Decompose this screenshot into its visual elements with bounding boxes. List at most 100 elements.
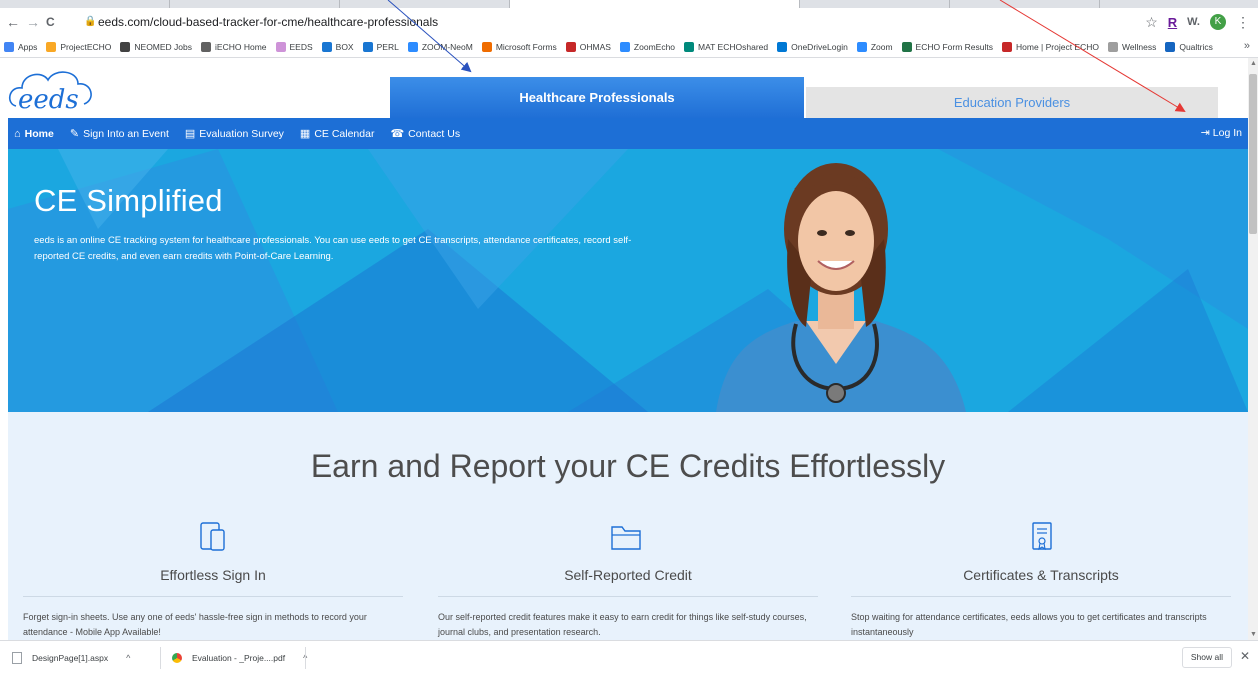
nav-sign-into-event[interactable]: ✎ Sign Into an Event [70, 127, 169, 141]
apps-grid-icon [4, 41, 14, 52]
bookmark-item[interactable]: ZoomEcho [619, 41, 676, 52]
feature-title: Self-Reported Credit [564, 567, 692, 583]
url-field[interactable]: 🔒 eeds.com/cloud-based-tracker-for-cme/h… [80, 12, 1130, 32]
bookmark-label: PERL [376, 41, 399, 52]
extension-w-icon[interactable]: W. [1187, 16, 1200, 28]
lock-icon: 🔒 [84, 16, 97, 27]
extension-r-icon[interactable]: R [1168, 15, 1177, 30]
bookmark-item[interactable]: MAT ECHOshared [684, 41, 769, 52]
reload-button[interactable]: C [46, 14, 55, 30]
nav-ce-calendar[interactable]: ▦ CE Calendar [299, 127, 375, 141]
bookmark-label: OHMAS [579, 41, 611, 52]
bookmark-item[interactable]: NEOMED Jobs [120, 41, 193, 52]
show-all-button[interactable]: Show all [1181, 647, 1232, 668]
feature-divider [851, 596, 1231, 597]
nav-contact-us[interactable]: ☎ Contact Us [390, 127, 461, 141]
feature-description: Stop waiting for attendance certificates… [851, 612, 1207, 637]
browser-tab-strip [0, 0, 1258, 8]
feature-title: Effortless Sign In [160, 567, 266, 583]
folder-icon [611, 526, 641, 550]
bookmarks-more-icon[interactable]: » [1244, 40, 1250, 52]
back-button[interactable]: ← [6, 14, 20, 30]
download-item[interactable]: DesignPage[1].aspx ^ [12, 648, 130, 668]
bookmark-label: BOX [335, 41, 354, 52]
nav-home[interactable]: ⌂ Home [14, 128, 54, 140]
bookmark-item[interactable]: Zoom [856, 41, 893, 52]
tab-healthcare-professionals[interactable]: Healthcare Professionals [390, 77, 804, 118]
bookmark-label: NEOMED Jobs [134, 41, 193, 52]
browser-tab[interactable] [800, 0, 950, 8]
bookmark-item[interactable]: OneDriveLogin [777, 41, 848, 52]
bookmark-label: ZoomEcho [633, 41, 676, 52]
zoom-icon [619, 41, 630, 52]
bookmark-item[interactable]: Microsoft Forms [481, 41, 557, 52]
scrollbar-thumb[interactable] [1249, 74, 1257, 234]
browser-tab[interactable] [170, 0, 340, 8]
download-separator [160, 647, 161, 669]
wellness-icon [1108, 41, 1118, 52]
bookmark-item[interactable]: Apps [4, 41, 37, 52]
hero-description: eeds is an online CE tracking system for… [34, 235, 632, 262]
feature-divider [23, 596, 403, 597]
bookmark-item[interactable]: ProjectECHO [46, 41, 111, 52]
nav-evaluation-survey[interactable]: ▤ Evaluation Survey [184, 127, 284, 141]
feature-title: Certificates & Transcripts [963, 567, 1119, 583]
downloads-bar: DesignPage[1].aspx ^ Evaluation - _Proje… [0, 640, 1258, 673]
scroll-up-icon[interactable]: ▲ [1250, 60, 1257, 67]
svg-text:eeds: eeds [18, 85, 79, 115]
forward-button[interactable]: → [26, 14, 40, 30]
chevron-up-icon[interactable]: ^ [126, 653, 130, 663]
excel-icon [901, 41, 912, 52]
site-navbar: ⌂ Home ✎ Sign Into an Event ▤ Evaluation… [8, 118, 1248, 149]
eeds-logo[interactable]: eeds [8, 64, 98, 116]
bookmark-label: Home | Project ECHO [1016, 41, 1099, 52]
browser-tab-active[interactable] [510, 0, 800, 8]
file-icon [12, 652, 22, 664]
bookmark-item[interactable]: Wellness [1108, 41, 1156, 52]
bookmark-item[interactable]: iECHO Home [201, 41, 267, 52]
browser-tab[interactable] [950, 0, 1100, 8]
download-item[interactable]: Evaluation - _Proje....pdf ^ [172, 648, 307, 668]
tab-education-providers[interactable]: Education Providers [806, 87, 1218, 118]
url-text: eeds.com/cloud-based-tracker-for-cme/hea… [98, 15, 439, 29]
page-scrollbar[interactable]: ▲ ▼ [1248, 58, 1258, 640]
browser-tab[interactable] [340, 0, 510, 8]
bookmark-item[interactable]: OHMAS [565, 41, 611, 52]
bookmark-label: Microsoft Forms [495, 41, 557, 52]
zoom-icon [856, 41, 867, 52]
echo-icon [46, 41, 57, 52]
scroll-down-icon[interactable]: ▼ [1250, 631, 1257, 638]
profile-avatar[interactable]: K [1210, 14, 1226, 30]
features-section: Earn and Report your CE Credits Effortle… [8, 412, 1248, 640]
bookmark-item[interactable]: Home | Project ECHO [1002, 41, 1099, 52]
calendar-icon: ▦ [299, 128, 311, 140]
neomed-icon [120, 41, 131, 52]
nav-evaluation-survey-label: Evaluation Survey [199, 127, 284, 140]
bookmark-item[interactable]: PERL [362, 41, 399, 52]
download-filename: Evaluation - _Proje....pdf [192, 653, 286, 663]
browser-tab[interactable] [0, 0, 170, 8]
ms-icon [481, 41, 492, 52]
bookmark-label: MAT ECHOshared [698, 41, 769, 52]
bookmark-item[interactable]: ZOOM-NeoM [407, 41, 473, 52]
bookmark-label: iECHO Home [215, 41, 267, 52]
bookmark-label: Zoom [870, 41, 893, 52]
close-downloads-icon[interactable]: ✕ [1240, 649, 1250, 663]
login-link[interactable]: ⇥ Log In [1201, 126, 1242, 140]
download-separator [305, 647, 306, 669]
iecho-icon [201, 41, 212, 52]
nav-contact-us-label: Contact Us [408, 127, 461, 140]
bookmark-item[interactable]: ECHO Form Results [901, 41, 993, 52]
feature-description: Forget sign-in sheets. Use any one of ee… [23, 612, 367, 637]
echo-home-icon [1002, 41, 1013, 52]
devices-icon [200, 522, 225, 551]
menu-kebab-icon[interactable]: ⋮ [1236, 14, 1250, 31]
bookmark-item[interactable]: BOX [321, 41, 354, 52]
bookmark-label: ZOOM-NeoM [421, 41, 473, 52]
survey-icon: ▤ [184, 128, 196, 140]
bookmark-star-icon[interactable]: ☆ [1145, 14, 1158, 31]
bookmark-item[interactable]: EEDS [275, 41, 313, 52]
download-filename: DesignPage[1].aspx [32, 653, 109, 663]
bookmark-item[interactable]: Qualtrics [1165, 41, 1213, 52]
qualtrics-icon [1165, 41, 1176, 52]
